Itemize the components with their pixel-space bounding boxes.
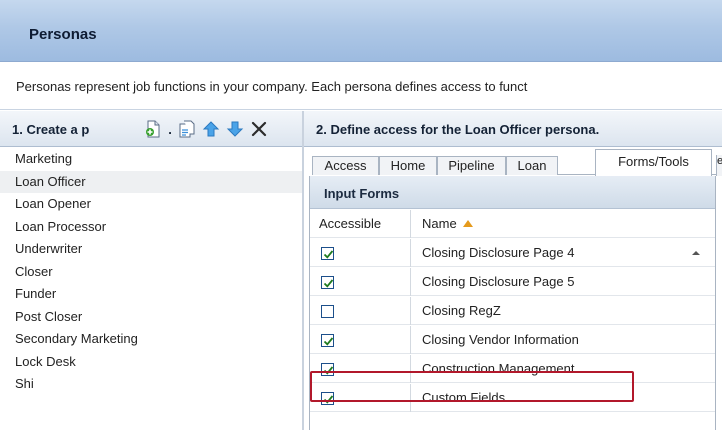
persona-item-loan-opener[interactable]: Loan Opener [0,193,302,216]
forms-panel: Input Forms Accessible Name Closing Disc… [309,176,716,430]
column-header-accessible[interactable]: Accessible [310,210,411,238]
access-pane-title: 2. Define access for the Loan Officer pe… [316,122,600,137]
accessible-cell [310,297,411,325]
move-up-icon[interactable] [200,118,222,140]
tab-overflow-partial[interactable]: e [716,155,722,176]
copy-persona-icon[interactable] [176,118,198,140]
persona-item-loan-officer[interactable]: Loan Officer [0,170,302,193]
forms-section-header: Input Forms [310,176,715,209]
accessible-checkbox[interactable] [321,363,334,376]
persona-list: Marketing Loan Officer Loan Opener Loan … [0,148,302,396]
persona-item-partial[interactable]: Shi [0,373,302,396]
forms-section-title: Input Forms [324,186,400,201]
description-bar: Personas represent job functions in your… [0,62,722,110]
accessible-checkbox[interactable] [321,247,334,260]
delete-icon[interactable] [248,118,270,140]
accessible-cell [310,384,411,412]
toolbar-text-fragment: . [168,121,172,137]
persona-item-lock-desk[interactable]: Lock Desk [0,351,302,374]
access-tabs: Access Home Pipeline Loan Forms/Tools [312,149,722,176]
grid-header-row: Accessible Name [310,210,715,238]
table-row: Custom Fields [310,384,715,412]
form-name: Closing Vendor Information [422,332,579,347]
persona-item-underwriter[interactable]: Underwriter [0,238,302,261]
table-row: Closing Disclosure Page 4 [310,239,715,267]
accessible-cell [310,239,411,267]
column-header-name[interactable]: Name [412,210,473,238]
persona-pane-title: 1. Create a p [12,122,90,137]
persona-item-secondary-marketing[interactable]: Secondary Marketing [0,328,302,351]
accessible-cell [310,268,411,296]
persona-item-post-closer[interactable]: Post Closer [0,306,302,329]
form-name: Custom Fields [422,390,506,405]
form-name: Construction Management [422,361,575,376]
form-name: Closing Disclosure Page 4 [422,245,575,260]
persona-item-closer[interactable]: Closer [0,261,302,284]
persona-item-funder[interactable]: Funder [0,283,302,306]
scroll-up-icon[interactable] [691,248,701,258]
table-row: Closing RegZ [310,297,715,325]
tab-home[interactable]: Home [379,156,437,175]
tab-pipeline[interactable]: Pipeline [437,156,506,175]
description-text: Personas represent job functions in your… [16,79,528,94]
accessible-checkbox[interactable] [321,334,334,347]
accessible-checkbox[interactable] [321,276,334,289]
persona-pane: 1. Create a p . Marketing Loan Officer L… [0,111,302,430]
tab-access[interactable]: Access [312,156,379,175]
new-persona-icon[interactable] [142,118,164,140]
access-pane: 2. Define access for the Loan Officer pe… [304,111,722,430]
accessible-checkbox[interactable] [321,392,334,405]
form-name: Closing Disclosure Page 5 [422,274,575,289]
persona-item-marketing[interactable]: Marketing [0,148,302,171]
accessible-cell [310,326,411,354]
table-row: Closing Vendor Information [310,326,715,354]
persona-pane-header: 1. Create a p . [0,111,302,147]
accessible-checkbox[interactable] [321,305,334,318]
window-title: Personas [29,26,97,43]
move-down-icon[interactable] [224,118,246,140]
title-bar: Personas [0,0,722,62]
sort-ascending-icon [462,220,473,227]
accessible-cell [310,355,411,383]
tab-forms-tools[interactable]: Forms/Tools [595,149,712,176]
persona-toolbar: . [142,117,270,141]
table-row: Closing Disclosure Page 5 [310,268,715,296]
tab-loan[interactable]: Loan [506,156,558,175]
table-row: Construction Management [310,355,715,383]
persona-item-loan-processor[interactable]: Loan Processor [0,216,302,239]
access-pane-header: 2. Define access for the Loan Officer pe… [304,111,722,147]
form-name: Closing RegZ [422,303,501,318]
